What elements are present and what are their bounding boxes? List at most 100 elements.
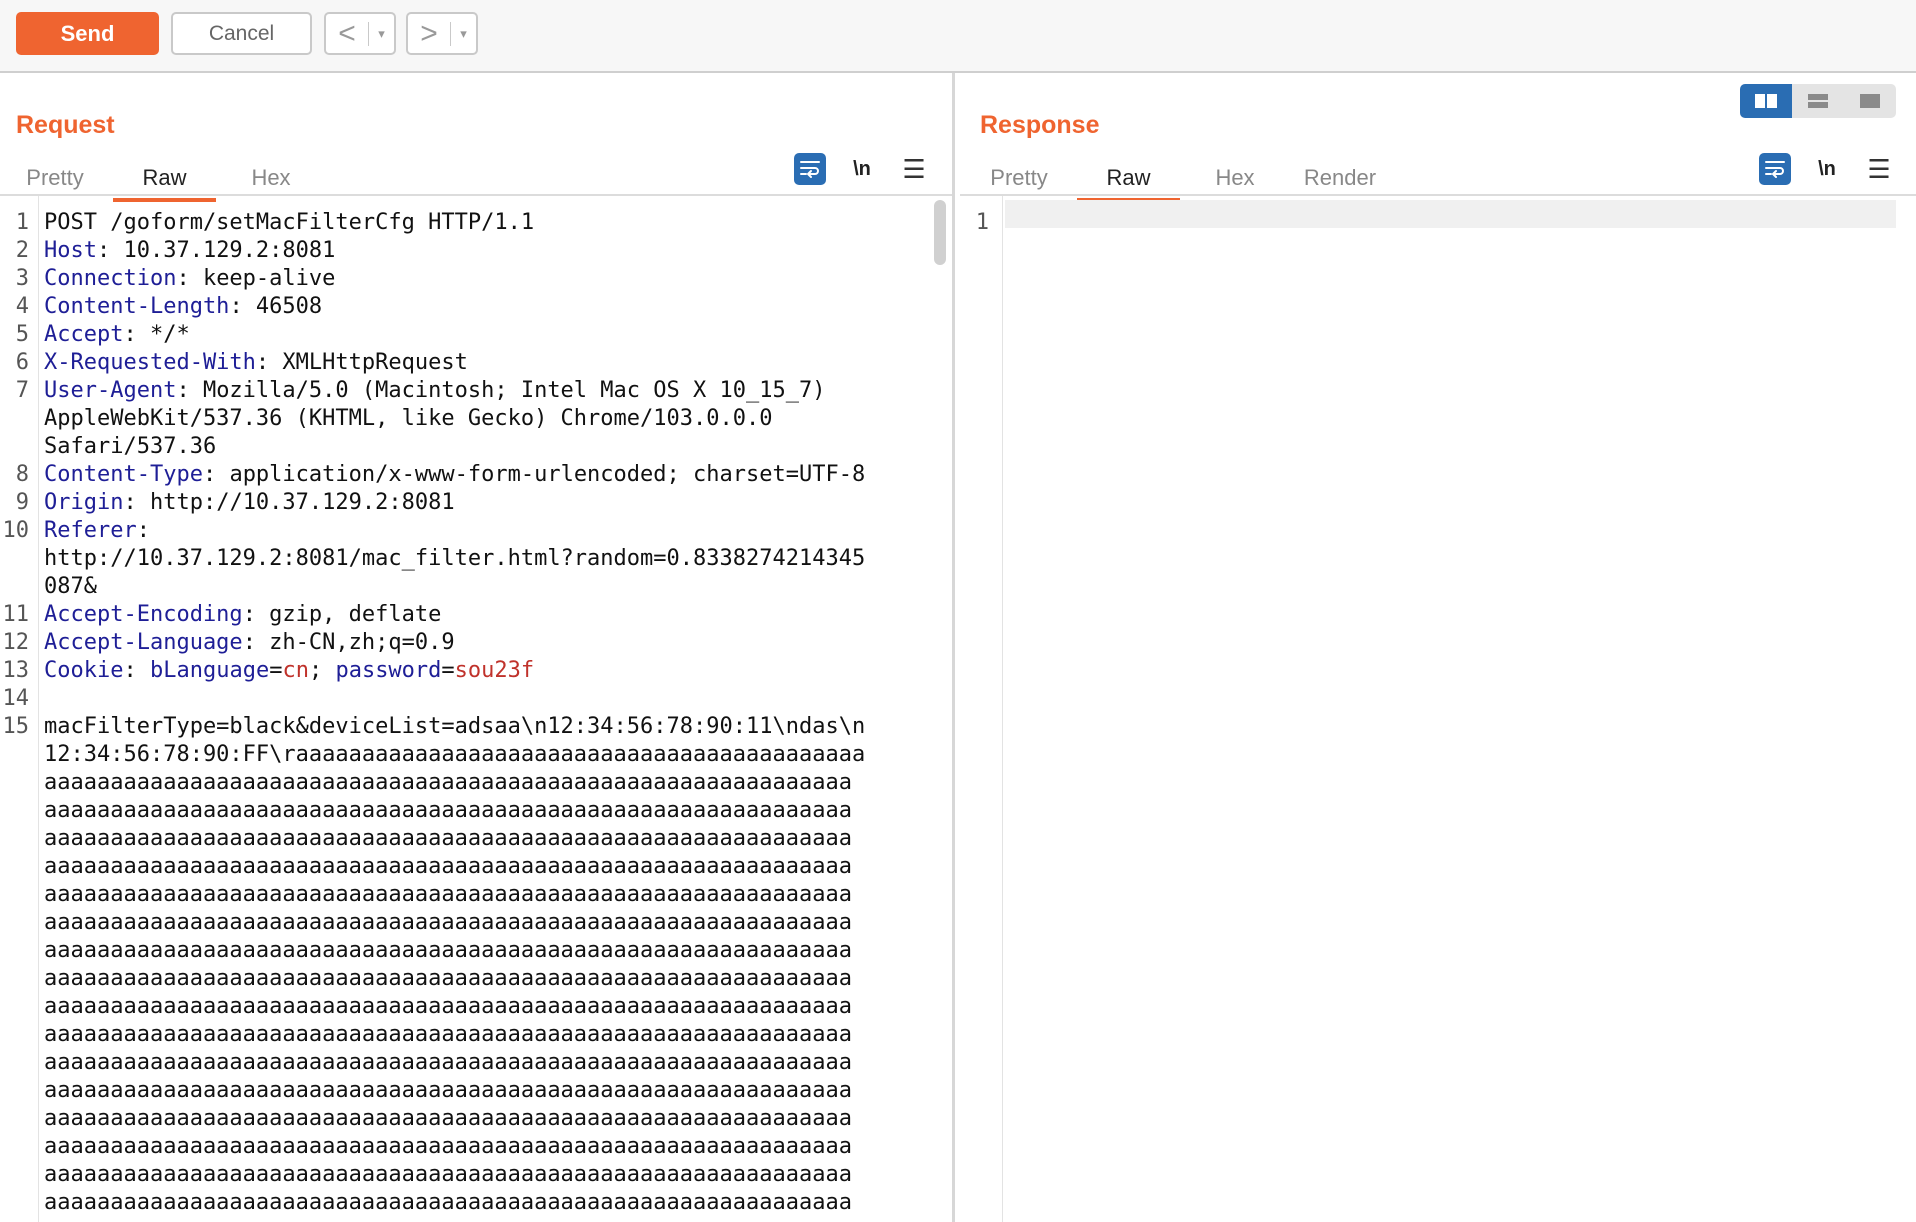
wrap-lines-icon[interactable] xyxy=(794,153,826,185)
code-line: 11 Accept-Encoding: gzip, deflate xyxy=(0,601,935,629)
code-line: 4 Content-Length: 46508 xyxy=(0,293,935,321)
line-number xyxy=(0,993,29,1021)
header-name: Accept-Language xyxy=(44,630,243,655)
code-token: aaaaaaaaaaaaaaaaaaaaaaaaaaaaaaaaaaaaaaaa… xyxy=(44,994,852,1019)
line-number: 12 xyxy=(2,630,30,655)
code-token: AppleWebKit/537.36 (KHTML, like Gecko) C… xyxy=(44,406,773,431)
code-token: aaaaaaaaaaaaaaaaaaaaaaaaaaaaaaaaaaaaaaaa… xyxy=(44,938,852,963)
code-line: 12 Accept-Language: zh-CN,zh;q=0.9 xyxy=(0,629,935,657)
line-number: 13 xyxy=(2,658,30,683)
tab-raw[interactable]: Raw xyxy=(1077,158,1180,202)
line-number xyxy=(0,405,29,433)
code-text: aaaaaaaaaaaaaaaaaaaaaaaaaaaaaaaaaaaaaaaa… xyxy=(29,965,852,993)
code-token: : gzip, deflate xyxy=(242,602,442,627)
line-number-gutter xyxy=(1002,196,1003,1222)
header-name: X-Requested-With xyxy=(44,350,256,375)
code-line: aaaaaaaaaaaaaaaaaaaaaaaaaaaaaaaaaaaaaaaa… xyxy=(0,797,935,825)
header-name: Connection xyxy=(44,266,177,291)
tab-pretty[interactable]: Pretty xyxy=(16,158,94,198)
wrap-lines-icon[interactable] xyxy=(1759,153,1791,185)
chevron-left-icon[interactable]: < xyxy=(326,18,368,49)
tab-hex[interactable]: Hex xyxy=(1200,158,1270,198)
line-number xyxy=(0,741,29,769)
cancel-button[interactable]: Cancel xyxy=(171,12,312,55)
line-number xyxy=(0,881,29,909)
tab-hex[interactable]: Hex xyxy=(236,158,306,198)
cookie-value: cn xyxy=(282,658,309,683)
code-line: aaaaaaaaaaaaaaaaaaaaaaaaaaaaaaaaaaaaaaaa… xyxy=(0,937,935,965)
code-line: http://10.37.129.2:8081/mac_filter.html?… xyxy=(0,545,935,573)
history-forward-button[interactable]: > ▾ xyxy=(406,12,478,55)
code-token: POST /goform/setMacFilterCfg HTTP/1.1 xyxy=(44,210,535,235)
code-token: : 46508 xyxy=(229,294,323,319)
code-text: aaaaaaaaaaaaaaaaaaaaaaaaaaaaaaaaaaaaaaaa… xyxy=(29,1133,852,1161)
header-name: Content-Length xyxy=(44,294,230,319)
code-text: aaaaaaaaaaaaaaaaaaaaaaaaaaaaaaaaaaaaaaaa… xyxy=(29,1161,852,1189)
response-editor[interactable]: 1 xyxy=(960,196,1916,1222)
code-line: 5 Accept: */* xyxy=(0,321,935,349)
chevron-down-icon[interactable]: ▾ xyxy=(451,26,476,42)
send-button[interactable]: Send xyxy=(16,12,159,55)
toolbar: Send Cancel < ▾ > ▾ xyxy=(0,0,1916,73)
code-text: 087& xyxy=(29,573,97,601)
code-text: Safari/537.36 xyxy=(29,433,216,461)
line-number xyxy=(0,433,29,461)
code-token: aaaaaaaaaaaaaaaaaaaaaaaaaaaaaaaaaaaaaaaa… xyxy=(44,1134,852,1159)
code-line: aaaaaaaaaaaaaaaaaaaaaaaaaaaaaaaaaaaaaaaa… xyxy=(0,1217,935,1222)
split-horizontal-view-icon[interactable] xyxy=(1740,84,1792,118)
code-text: aaaaaaaaaaaaaaaaaaaaaaaaaaaaaaaaaaaaaaaa… xyxy=(29,1105,852,1133)
header-name: Content-Type xyxy=(44,462,203,487)
code-token: : keep-alive xyxy=(176,266,336,291)
line-number: 4 xyxy=(15,294,29,319)
chevron-down-icon[interactable]: ▾ xyxy=(369,26,394,42)
code-line: 9 Origin: http://10.37.129.2:8081 xyxy=(0,489,935,517)
code-token: : application/x-www-form-urlencoded; cha… xyxy=(202,462,866,487)
newline-icon[interactable]: \n xyxy=(846,153,878,185)
request-scrollbar[interactable] xyxy=(934,200,946,265)
code-token: aaaaaaaaaaaaaaaaaaaaaaaaaaaaaaaaaaaaaaaa… xyxy=(44,1022,852,1047)
code-token: : xyxy=(123,658,150,683)
code-text: AppleWebKit/537.36 (KHTML, like Gecko) C… xyxy=(29,405,772,433)
code-text: http://10.37.129.2:8081/mac_filter.html?… xyxy=(29,545,865,573)
code-text: aaaaaaaaaaaaaaaaaaaaaaaaaaaaaaaaaaaaaaaa… xyxy=(29,881,852,909)
code-text: Content-Length: 46508 xyxy=(29,293,322,321)
response-tabs: Pretty Raw Hex Render xyxy=(980,158,1385,202)
chevron-right-icon[interactable]: > xyxy=(408,18,450,49)
header-name: Referer xyxy=(44,518,137,543)
code-text: aaaaaaaaaaaaaaaaaaaaaaaaaaaaaaaaaaaaaaaa… xyxy=(29,993,852,1021)
code-text: Accept-Encoding: gzip, deflate xyxy=(29,601,441,629)
line-number xyxy=(0,573,29,601)
split-vertical-view-icon[interactable] xyxy=(1792,84,1844,118)
code-line: AppleWebKit/537.36 (KHTML, like Gecko) C… xyxy=(0,405,935,433)
line-number: 1 xyxy=(15,210,29,235)
menu-icon[interactable]: ☰ xyxy=(1863,153,1895,185)
code-text: aaaaaaaaaaaaaaaaaaaaaaaaaaaaaaaaaaaaaaaa… xyxy=(29,1021,852,1049)
line-number: 6 xyxy=(15,350,29,375)
header-name: Accept xyxy=(44,322,124,347)
single-tab-view-icon[interactable] xyxy=(1844,84,1896,118)
line-number xyxy=(0,769,29,797)
code-token: : 10.37.129.2:8081 xyxy=(96,238,336,263)
code-text: Content-Type: application/x-www-form-url… xyxy=(29,461,865,489)
code-token: aaaaaaaaaaaaaaaaaaaaaaaaaaaaaaaaaaaaaaaa… xyxy=(44,1218,852,1222)
code-text: Origin: http://10.37.129.2:8081 xyxy=(29,489,455,517)
code-line: aaaaaaaaaaaaaaaaaaaaaaaaaaaaaaaaaaaaaaaa… xyxy=(0,1189,935,1217)
line-number xyxy=(0,1049,29,1077)
history-back-button[interactable]: < ▾ xyxy=(324,12,396,55)
line-number xyxy=(0,545,29,573)
code-token: : zh-CN,zh;q=0.9 xyxy=(242,630,455,655)
newline-icon[interactable]: \n xyxy=(1811,153,1843,185)
code-line: aaaaaaaaaaaaaaaaaaaaaaaaaaaaaaaaaaaaaaaa… xyxy=(0,1105,935,1133)
line-number-gutter xyxy=(38,196,39,1222)
code-token: = xyxy=(441,658,455,683)
code-line: aaaaaaaaaaaaaaaaaaaaaaaaaaaaaaaaaaaaaaaa… xyxy=(0,769,935,797)
tab-pretty[interactable]: Pretty xyxy=(980,158,1058,198)
menu-icon[interactable]: ☰ xyxy=(898,153,930,185)
code-token: aaaaaaaaaaaaaaaaaaaaaaaaaaaaaaaaaaaaaaaa… xyxy=(44,1106,852,1131)
code-line: aaaaaaaaaaaaaaaaaaaaaaaaaaaaaaaaaaaaaaaa… xyxy=(0,1161,935,1189)
code-text: aaaaaaaaaaaaaaaaaaaaaaaaaaaaaaaaaaaaaaaa… xyxy=(29,1189,852,1217)
request-editor[interactable]: 1 POST /goform/setMacFilterCfg HTTP/1.1 2 H… xyxy=(0,196,935,1222)
code-text: aaaaaaaaaaaaaaaaaaaaaaaaaaaaaaaaaaaaaaaa… xyxy=(29,853,852,881)
tab-render[interactable]: Render xyxy=(1295,158,1385,198)
tab-raw[interactable]: Raw xyxy=(113,158,216,202)
